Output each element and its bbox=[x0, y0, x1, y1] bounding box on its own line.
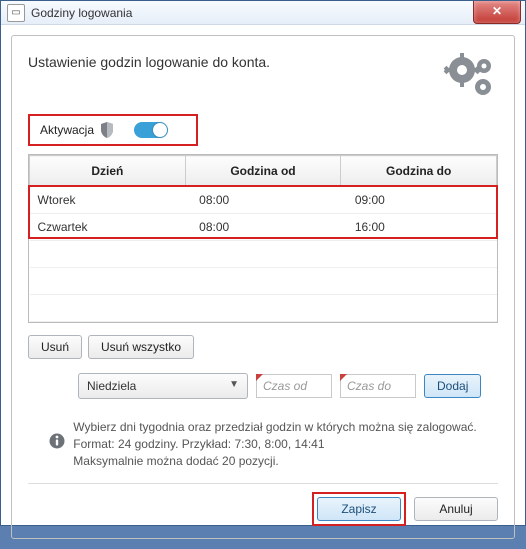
info-line-3: Maksymalnie można dodać 20 pozycji. bbox=[73, 453, 476, 470]
day-dropdown[interactable]: Niedziela ▼ bbox=[78, 373, 248, 399]
cell-to: 16:00 bbox=[341, 214, 497, 241]
gears-icon bbox=[442, 50, 498, 100]
app-icon: ▭ bbox=[7, 4, 25, 22]
day-dropdown-value: Niedziela bbox=[87, 379, 136, 393]
info-line-2: Format: 24 godziny. Przykład: 7:30, 8:00… bbox=[73, 436, 476, 453]
add-button[interactable]: Dodaj bbox=[424, 374, 481, 398]
info-text: Wybierz dni tygodnia oraz przedział godz… bbox=[73, 419, 476, 469]
activation-label: Aktywacja bbox=[40, 123, 94, 137]
cancel-button[interactable]: Anuluj bbox=[414, 497, 498, 521]
table-row[interactable]: Czwartek 08:00 16:00 bbox=[30, 214, 497, 241]
info-block: Wybierz dni tygodnia oraz przedział godz… bbox=[28, 419, 498, 469]
col-to[interactable]: Godzina do bbox=[341, 156, 497, 187]
main-panel: Ustawienie godzin logowanie do konta. bbox=[11, 35, 515, 539]
activation-toggle[interactable] bbox=[134, 122, 168, 138]
cell-from: 08:00 bbox=[185, 187, 341, 214]
close-button[interactable]: ✕ bbox=[473, 1, 521, 24]
cell-day: Wtorek bbox=[30, 187, 186, 214]
close-icon: ✕ bbox=[492, 4, 502, 18]
delete-all-button[interactable]: Usuń wszystko bbox=[88, 335, 194, 359]
shield-icon bbox=[100, 122, 114, 138]
col-day[interactable]: Dzień bbox=[30, 156, 186, 187]
panel-header: Ustawienie godzin logowanie do konta. bbox=[28, 50, 498, 102]
col-from[interactable]: Godzina od bbox=[185, 156, 341, 187]
footer-row: Zapisz Anuluj bbox=[28, 483, 498, 526]
delete-button[interactable]: Usuń bbox=[28, 335, 82, 359]
dialog-window: ▭ Godziny logowania ✕ Ustawienie godzin … bbox=[0, 0, 526, 526]
time-from-wrapper bbox=[256, 374, 332, 398]
cell-day: Czwartek bbox=[30, 214, 186, 241]
panel-subtitle: Ustawienie godzin logowanie do konta. bbox=[28, 50, 270, 70]
chevron-down-icon: ▼ bbox=[229, 379, 239, 390]
cell-to: 09:00 bbox=[341, 187, 497, 214]
add-row: Niedziela ▼ Dodaj bbox=[28, 373, 498, 399]
hours-table: Dzień Godzina od Godzina do Wtorek 08:00… bbox=[28, 154, 498, 323]
table-area: Dzień Godzina od Godzina do Wtorek 08:00… bbox=[28, 154, 498, 335]
save-highlight: Zapisz bbox=[312, 492, 406, 526]
save-button[interactable]: Zapisz bbox=[317, 497, 401, 521]
content-area: Ustawienie godzin logowanie do konta. bbox=[1, 25, 525, 549]
window-title: Godziny logowania bbox=[31, 6, 473, 20]
table-row-empty: . bbox=[30, 268, 497, 295]
titlebar: ▭ Godziny logowania ✕ bbox=[1, 1, 525, 25]
table-row-empty: . bbox=[30, 241, 497, 268]
table-row[interactable]: Wtorek 08:00 09:00 bbox=[30, 187, 497, 214]
time-to-wrapper bbox=[340, 374, 416, 398]
time-to-input[interactable] bbox=[340, 374, 416, 398]
info-icon bbox=[49, 433, 65, 469]
time-from-input[interactable] bbox=[256, 374, 332, 398]
toggle-knob bbox=[153, 123, 167, 137]
info-line-1: Wybierz dni tygodnia oraz przedział godz… bbox=[73, 419, 476, 436]
activation-section: Aktywacja bbox=[28, 114, 198, 146]
table-row-empty: . bbox=[30, 295, 497, 322]
delete-row: Usuń Usuń wszystko bbox=[28, 335, 498, 359]
cell-from: 08:00 bbox=[185, 214, 341, 241]
